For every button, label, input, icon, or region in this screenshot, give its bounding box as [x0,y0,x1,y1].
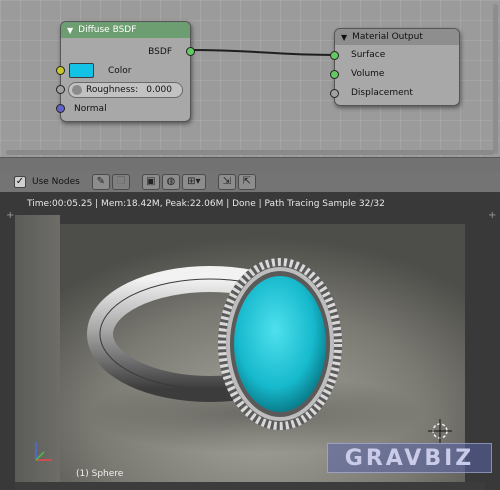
diffuse-node-title: Diffuse BSDF [78,25,137,35]
vertical-scrollbar[interactable] [493,4,498,154]
bsdf-output-label: BSDF [148,47,172,57]
normal-label: Normal [74,104,107,114]
material-output-node[interactable]: ▼ Material Output Surface Volume Displac… [330,28,460,106]
collapse-triangle-icon[interactable]: ▼ [67,26,73,35]
use-nodes-checkbox[interactable]: ✓ [14,175,26,188]
roughness-slider[interactable]: Roughness: 0.000 [68,82,183,98]
roughness-value: 0.000 [146,85,172,95]
color-input-socket[interactable] [56,66,65,75]
pin-icon[interactable]: ✎ [91,173,110,190]
copy-icon[interactable]: ❐ [111,173,130,190]
slider-knob-icon [72,85,82,95]
render-viewport[interactable]: Time:00:05.25 | Mem:18.42M, Peak:22.06M … [0,193,500,490]
node-editor[interactable]: ▼ Diffuse BSDF BSDF Color Roughness: 0.0… [0,0,500,157]
render-icon[interactable]: ▣ [141,173,160,190]
paste-material-icon[interactable]: ⇱ [237,173,256,190]
axis-gizmo-icon [35,442,52,461]
snap-mode-icon[interactable]: ⊞▾ [181,173,206,190]
output-node-title: Material Output [352,32,423,42]
volume-input-socket[interactable] [330,70,339,79]
backdrop-icon[interactable]: ◍ [161,173,180,190]
active-object-label: (1) Sphere [76,469,124,479]
displacement-label: Displacement [351,88,413,98]
surface-input-socket[interactable] [330,51,339,60]
normal-input-socket[interactable] [56,104,65,113]
watermark-logo: GRAVBIZ [327,443,492,473]
roughness-input-socket[interactable] [56,85,65,94]
output-node-header[interactable]: ▼ Material Output [335,29,459,45]
color-swatch[interactable] [69,63,94,78]
area-divider[interactable] [0,157,500,171]
collapse-triangle-icon[interactable]: ▼ [341,33,347,42]
node-editor-header: ✓ Use Nodes ✎ ❐ ▣ ◍ ⊞▾ ⇲ ⇱ [0,171,500,193]
bsdf-output-socket[interactable] [186,47,195,56]
diffuse-bsdf-node[interactable]: ▼ Diffuse BSDF BSDF Color Roughness: 0.0… [56,21,195,122]
volume-label: Volume [351,69,385,79]
render-status: Time:00:05.25 | Mem:18.42M, Peak:22.06M … [27,199,385,209]
displacement-input-socket[interactable] [330,89,339,98]
surface-label: Surface [351,50,386,60]
horizontal-scrollbar[interactable] [6,150,494,155]
region-plus-icon[interactable]: + [6,210,14,221]
diffuse-node-header[interactable]: ▼ Diffuse BSDF [61,22,190,38]
region-plus-icon[interactable]: + [488,210,496,221]
viewport-bottom-bar [15,482,485,490]
color-label: Color [108,66,132,76]
roughness-label: Roughness: [86,85,139,95]
use-nodes-label: Use Nodes [32,176,80,187]
copy-material-icon[interactable]: ⇲ [217,173,236,190]
